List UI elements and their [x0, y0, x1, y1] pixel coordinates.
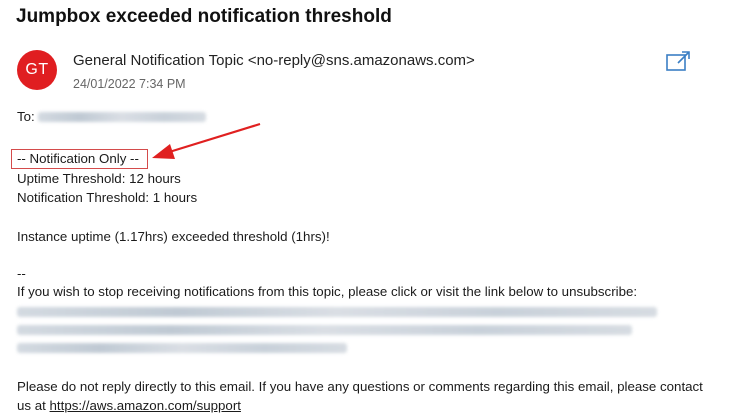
support-link[interactable]: https://aws.amazon.com/support: [50, 398, 241, 413]
separator-text: --: [17, 266, 26, 281]
instance-uptime-text: Instance uptime (1.17hrs) exceeded thres…: [17, 229, 330, 244]
unsubscribe-link-redacted[interactable]: [17, 307, 657, 317]
open-in-new-window-icon[interactable]: [666, 50, 692, 72]
email-subject: Jumpbox exceeded notification threshold: [16, 6, 392, 27]
notification-only-text: -- Notification Only --: [17, 151, 139, 166]
unsubscribe-instructions: If you wish to stop receiving notificati…: [17, 284, 638, 299]
avatar: GT: [17, 50, 57, 90]
uptime-threshold-text: Uptime Threshold: 12 hours: [17, 171, 181, 186]
footer-notice: Please do not reply directly to this ema…: [17, 379, 703, 394]
annotation-arrow: [152, 122, 261, 159]
to-label: To:: [17, 109, 35, 124]
unsubscribe-link-redacted-3[interactable]: [17, 343, 347, 353]
footer-contact: us at https://aws.amazon.com/support: [17, 398, 241, 413]
unsubscribe-link-redacted-2[interactable]: [17, 325, 632, 335]
footer-prefix: us at: [17, 398, 50, 413]
sender-name[interactable]: General Notification Topic <no-reply@sns…: [73, 52, 475, 69]
sent-date: 24/01/2022 7:34 PM: [73, 77, 186, 91]
notification-threshold-text: Notification Threshold: 1 hours: [17, 190, 198, 205]
